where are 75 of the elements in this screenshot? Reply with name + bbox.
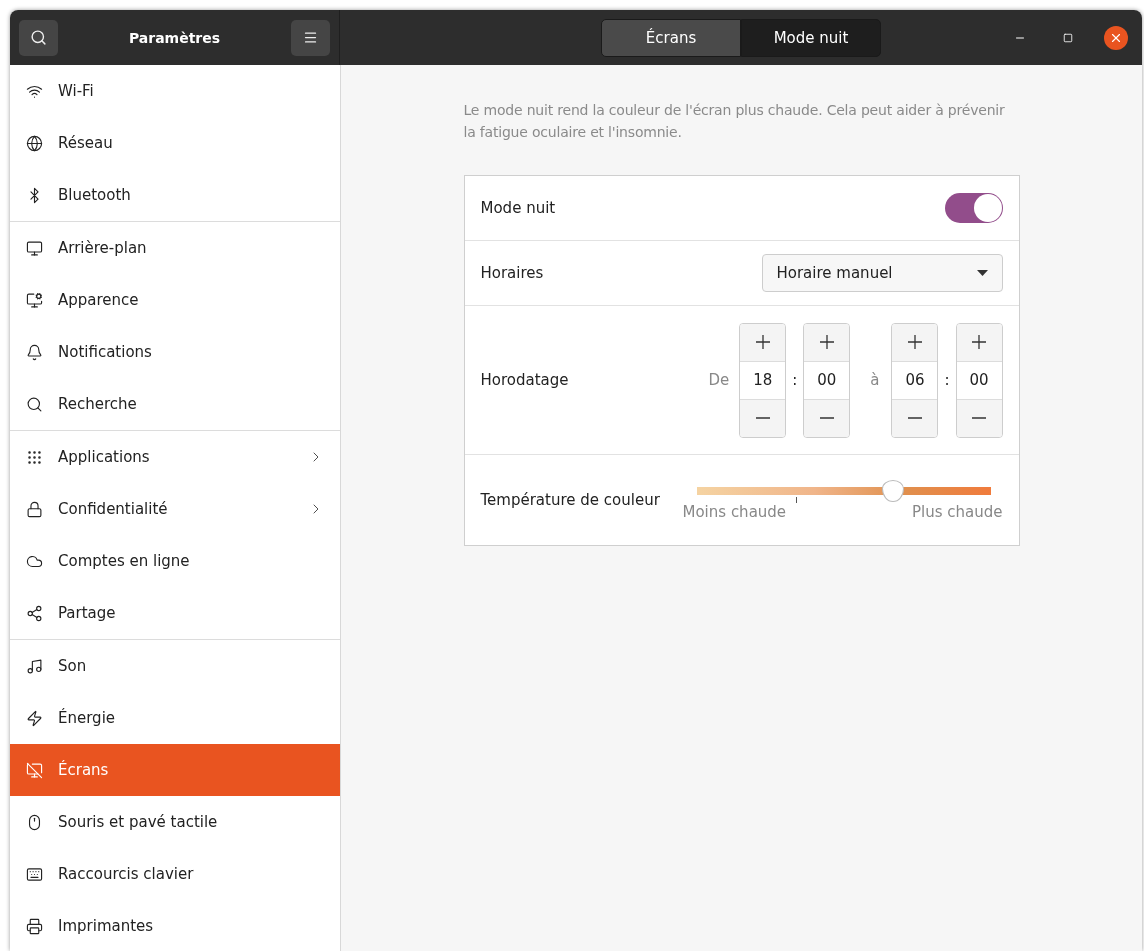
- sidebar-item[interactable]: Arrière-plan: [10, 222, 340, 274]
- sidebar-icon: [26, 917, 43, 935]
- minus-icon: [819, 417, 834, 419]
- plus-icon: [819, 335, 834, 349]
- time-separator: :: [792, 371, 798, 389]
- setting-label: Température de couleur: [480, 491, 661, 509]
- setting-label: Mode nuit: [480, 199, 557, 217]
- time-value: 06: [892, 360, 938, 400]
- increment-button[interactable]: [804, 323, 850, 361]
- sidebar-item[interactable]: Réseau: [10, 117, 340, 169]
- sidebar-item[interactable]: Souris et pavé tactile: [10, 796, 340, 848]
- minus-icon: [907, 417, 922, 419]
- sidebar-item[interactable]: Apparence: [10, 274, 340, 326]
- schedule-dropdown[interactable]: Horaire manuel: [761, 254, 1003, 292]
- plus-icon: [972, 335, 986, 349]
- description-text: Le mode nuit rend la couleur de l'écran plus chaude. Cela peut aider à prévenir la fatigue oculaire et l'insomnie.: [463, 101, 1006, 142]
- sidebar-icon: [26, 709, 43, 727]
- to-label: à: [870, 371, 880, 389]
- increment-button[interactable]: [956, 323, 1002, 361]
- sidebar-icon: [26, 343, 43, 361]
- sidebar-item[interactable]: Imprimantes: [10, 900, 340, 951]
- sidebar-item[interactable]: Comptes en ligne: [10, 535, 340, 587]
- close-button[interactable]: [1104, 25, 1128, 50]
- setting-label: Horodatage: [480, 371, 570, 389]
- sidebar-item[interactable]: Applications: [10, 431, 340, 483]
- sidebar-icon: [26, 500, 43, 518]
- time-spinner[interactable]: 06: [891, 322, 939, 438]
- scale-label: Moins chaude: [682, 503, 787, 521]
- time-spinner[interactable]: 00: [955, 322, 1003, 438]
- sidebar-icon: [26, 761, 43, 779]
- sidebar-item[interactable]: Notifications: [10, 326, 340, 378]
- sidebar-item[interactable]: Écrans: [10, 744, 340, 796]
- time-spinner[interactable]: 00: [803, 322, 851, 438]
- search-icon: [30, 29, 47, 46]
- slider-thumb[interactable]: [882, 480, 905, 502]
- tab[interactable]: Écrans: [601, 18, 741, 57]
- increment-button[interactable]: [892, 323, 938, 361]
- setting-label: Horaires: [480, 264, 545, 282]
- toggle-switch[interactable]: [944, 193, 1003, 223]
- sidebar-item[interactable]: Confidentialité: [10, 483, 340, 535]
- sidebar-item[interactable]: Recherche: [10, 378, 340, 430]
- sidebar-item[interactable]: Son: [10, 640, 340, 692]
- search-button[interactable]: [19, 19, 58, 56]
- minus-icon: [755, 417, 770, 419]
- increment-button[interactable]: [740, 323, 786, 361]
- sidebar-icon: [26, 291, 43, 309]
- menu-button[interactable]: [291, 19, 330, 56]
- sidebar-icon: [26, 657, 43, 675]
- sidebar-icon: [26, 395, 43, 413]
- time-separator: :: [944, 371, 950, 389]
- sidebar-icon: [26, 865, 43, 883]
- time-value: 00: [804, 360, 850, 400]
- from-label: De: [708, 371, 730, 389]
- menu-icon: [303, 30, 318, 45]
- sidebar-icon: [26, 448, 43, 466]
- sidebar-item[interactable]: Bluetooth: [10, 169, 340, 221]
- sidebar-icon: [26, 134, 43, 152]
- time-value: 00: [956, 360, 1002, 400]
- sidebar-item[interactable]: Wi-Fi: [10, 65, 340, 117]
- plus-icon: [907, 335, 922, 349]
- time-spinner[interactable]: 18: [739, 322, 787, 438]
- scale-label: Plus chaude: [912, 503, 1003, 521]
- plus-icon: [755, 335, 770, 349]
- window-title: Paramètres: [128, 29, 221, 46]
- sidebar-item[interactable]: Partage: [10, 587, 340, 639]
- time-value: 18: [740, 360, 786, 400]
- sidebar-icon: [26, 813, 43, 831]
- maximize-icon: [1063, 32, 1073, 43]
- sidebar-item[interactable]: Énergie: [10, 692, 340, 744]
- minus-icon: [972, 417, 986, 419]
- sidebar-icon: [26, 239, 43, 257]
- sidebar-item[interactable]: Raccourcis clavier: [10, 848, 340, 900]
- caret-icon: [976, 270, 988, 276]
- sidebar-icon: [26, 604, 43, 622]
- tab[interactable]: Mode nuit: [741, 18, 881, 57]
